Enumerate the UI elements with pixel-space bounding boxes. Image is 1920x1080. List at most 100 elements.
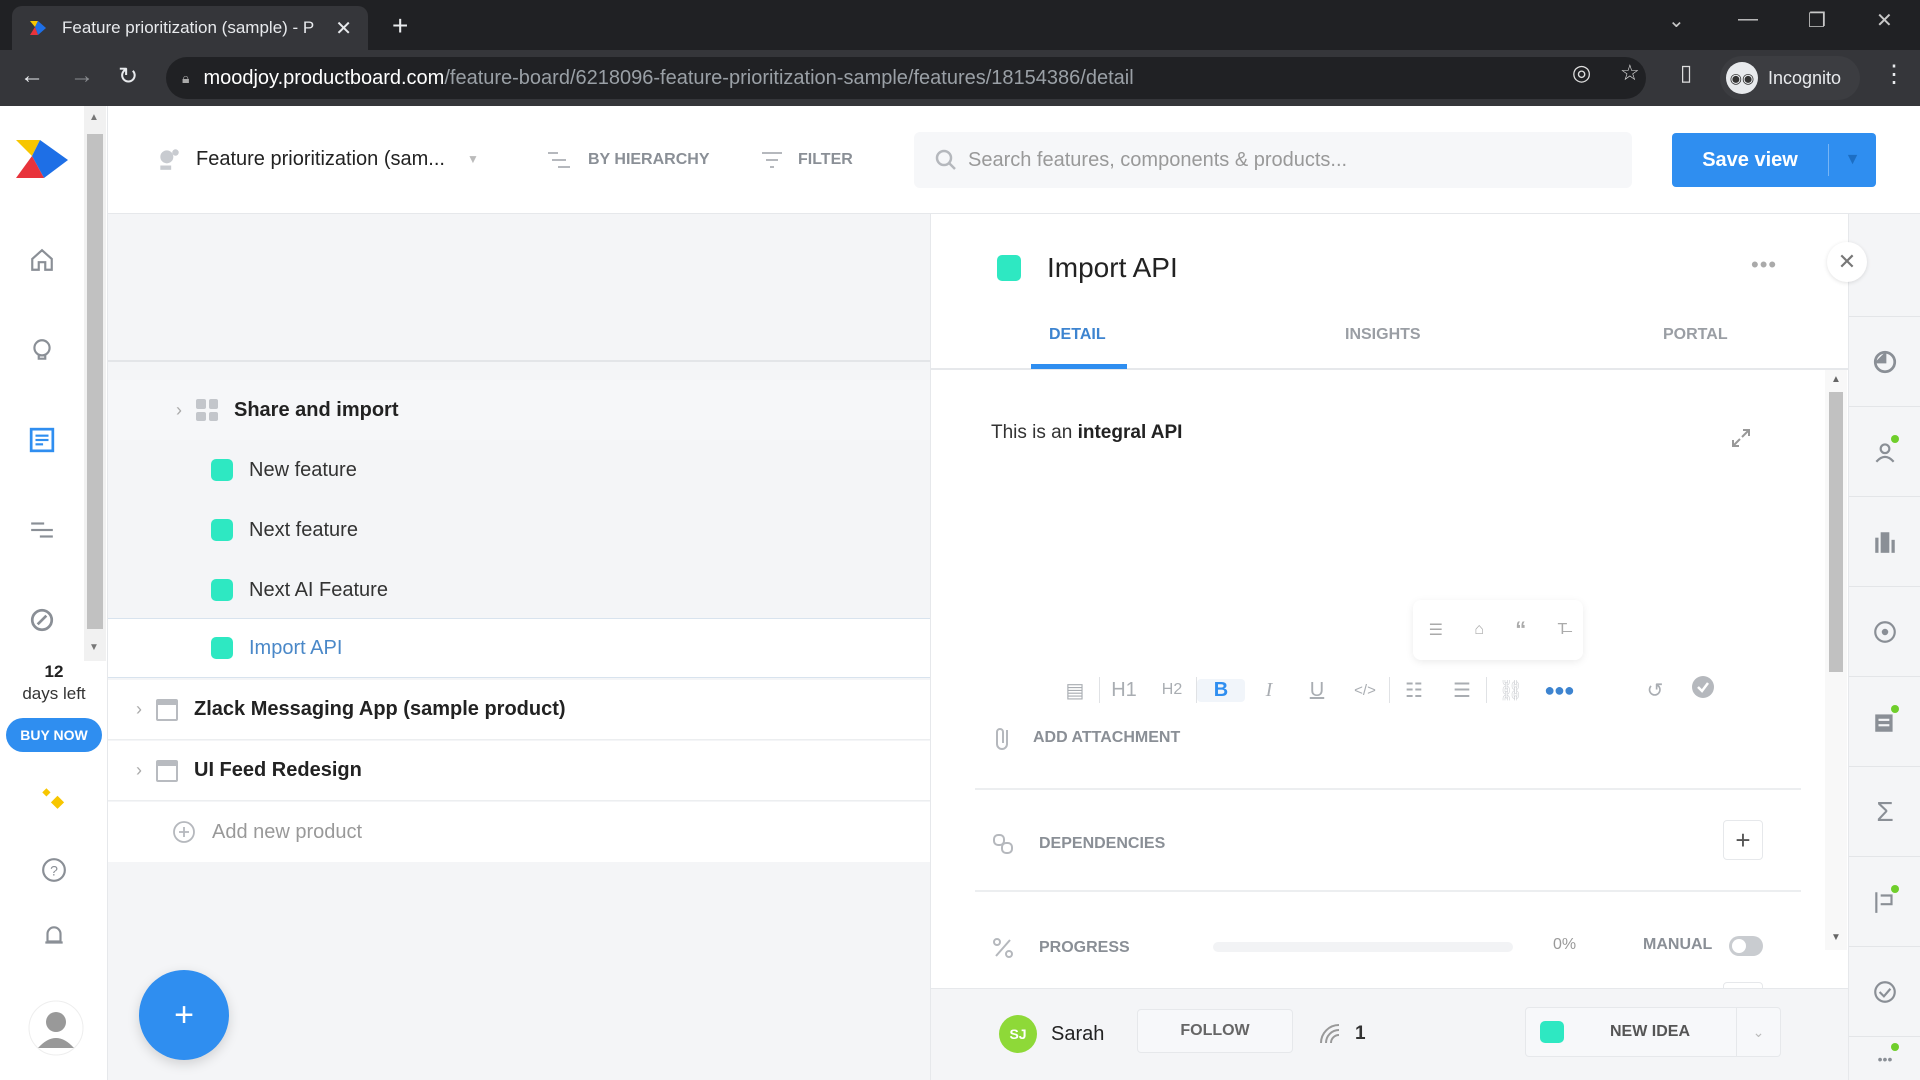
incognito-profile[interactable]: ◉◉ Incognito [1720,56,1860,100]
productboard-logo[interactable] [14,136,70,182]
tracking-blocked-icon[interactable]: ◎ [1572,60,1591,86]
features-board-icon[interactable] [24,422,60,458]
buy-now-button[interactable]: BUY NOW [6,718,102,752]
tab-close-icon[interactable]: ✕ [335,16,352,41]
embed-icon[interactable]: ⌂ [1474,621,1484,639]
productboard-favicon-icon [30,21,46,35]
status-dropdown-icon[interactable]: ⌄ [1736,1008,1780,1056]
underline-button[interactable]: U [1293,679,1341,702]
rail-formula-sigma-icon[interactable]: Σ [1849,767,1920,857]
template-icon[interactable]: ▤ [1051,678,1099,703]
component-row[interactable]: › Share and import [108,380,930,440]
restore-icon[interactable]: ❐ [1808,8,1826,33]
expand-chevron-icon[interactable]: › [136,699,156,720]
back-icon[interactable]: ← [20,62,44,90]
heading2-button[interactable]: H2 [1148,681,1196,699]
create-fab-button[interactable]: + [139,970,229,1060]
filter-button[interactable]: FILTER [762,150,853,170]
new-tab-icon[interactable]: + [392,10,408,42]
product-row[interactable]: › Zlack Messaging App (sample product) [108,680,930,740]
heading1-button[interactable]: H1 [1100,679,1148,702]
bullet-list-icon[interactable]: ☷ [1390,678,1438,703]
add-attachment-button[interactable]: ADD ATTACHMENT [991,724,1180,752]
detail-scrollbar[interactable]: ▲ ▼ [1825,370,1847,950]
forward-icon[interactable]: → [70,62,94,90]
notifications-bell-icon[interactable] [36,918,72,954]
minimize-icon[interactable]: — [1738,8,1758,31]
rail-companies-icon[interactable] [1849,497,1920,587]
italic-button[interactable]: I [1245,679,1293,702]
search-input[interactable]: Search features, components & products..… [914,132,1632,188]
feature-status-icon[interactable] [997,255,1021,281]
nav-scroll-thumb[interactable] [87,134,103,629]
more-formatting-icon[interactable]: ●●● [1535,680,1583,701]
tab-detail[interactable]: DETAIL [1049,326,1106,344]
history-icon[interactable]: ↺ [1631,678,1679,703]
side-panel-icon[interactable]: ▯ [1680,60,1692,86]
rail-more-icon[interactable]: ••• [1849,1037,1920,1080]
add-product-button[interactable]: Add new product [108,802,930,862]
feature-row-selected[interactable]: Import API [108,618,930,678]
code-button[interactable]: </> [1341,682,1389,699]
owner-avatar[interactable]: SJ [999,1015,1037,1053]
description-editor[interactable]: This is an integral API [991,422,1182,444]
save-check-icon[interactable] [1679,675,1727,705]
address-bar[interactable]: 🔒︎ moodjoy.productboard.com /feature-boa… [166,57,1646,99]
strikethrough-icon[interactable]: T̶ [1558,621,1568,639]
rail-timeframe-icon[interactable] [1849,317,1920,407]
rail-releases-icon[interactable] [1849,677,1920,767]
tree-header [108,214,930,362]
reload-icon[interactable]: ↻ [118,62,138,91]
home-icon[interactable] [24,242,60,278]
feature-row[interactable]: Next feature [108,500,930,560]
feature-title[interactable]: Import API [1047,252,1178,284]
add-circle-icon [173,821,195,843]
bookmark-star-icon[interactable]: ☆ [1620,60,1640,86]
window-close-icon[interactable]: ✕ [1876,8,1893,33]
rail-status-check-icon[interactable] [1849,947,1920,1037]
feature-row[interactable]: New feature [108,440,930,500]
expand-chevron-icon[interactable]: › [176,400,196,421]
close-detail-icon[interactable]: ✕ [1827,242,1867,282]
nav-scrollbar[interactable]: ▲ ▼ [84,106,106,661]
follow-button[interactable]: FOLLOW [1137,1009,1293,1053]
insights-lightbulb-icon[interactable] [24,332,60,368]
manual-progress-toggle[interactable] [1729,936,1763,956]
status-selector[interactable]: NEW IDEA ⌄ [1525,1007,1781,1057]
board-selector[interactable]: Feature prioritization (sam... ▼ [156,146,479,172]
bold-button[interactable]: B [1197,678,1245,702]
feature-row[interactable]: Next AI Feature [108,560,930,620]
help-icon[interactable]: ? [36,852,72,888]
portal-compass-icon[interactable] [24,602,60,638]
numbered-list-icon[interactable]: ☰ [1438,678,1486,703]
sparkle-icon[interactable] [36,782,72,818]
owner-name[interactable]: Sarah [1051,1023,1104,1046]
tab-insights[interactable]: INSIGHTS [1345,326,1421,344]
product-row[interactable]: › UI Feed Redesign [108,741,930,801]
detail-scroll-thumb[interactable] [1829,392,1843,672]
tab-search-icon[interactable]: ⌄ [1668,8,1685,33]
expand-icon[interactable] [1729,426,1753,450]
scroll-down-icon[interactable]: ▼ [89,642,99,653]
add-dependency-button[interactable]: + [1723,820,1763,860]
divider-block-icon[interactable]: ☰ [1429,620,1443,640]
link-icon[interactable]: ⛓ [1487,678,1535,703]
scroll-down-icon[interactable]: ▼ [1831,932,1841,943]
roadmap-icon[interactable] [24,512,60,548]
expand-chevron-icon[interactable]: › [136,760,156,781]
rail-owner-icon[interactable] [1849,407,1920,497]
browser-menu-icon[interactable]: ⋮ [1882,60,1906,89]
browser-tab[interactable]: Feature prioritization (sample) - P ✕ [12,6,368,50]
user-avatar[interactable] [28,1000,84,1061]
more-options-icon[interactable]: ••• [1751,252,1777,278]
tab-portal[interactable]: PORTAL [1663,326,1728,344]
feature-name: New feature [249,458,357,481]
group-by-button[interactable]: BY HIERARCHY [548,150,710,170]
scroll-up-icon[interactable]: ▲ [1831,374,1841,385]
save-view-dropdown-icon[interactable]: ▼ [1829,151,1876,169]
save-view-button[interactable]: Save view ▼ [1672,133,1876,187]
rail-objectives-icon[interactable] [1849,587,1920,677]
quote-icon[interactable]: “ [1515,617,1526,643]
rail-initiatives-icon[interactable] [1849,857,1920,947]
scroll-up-icon[interactable]: ▲ [89,112,99,123]
